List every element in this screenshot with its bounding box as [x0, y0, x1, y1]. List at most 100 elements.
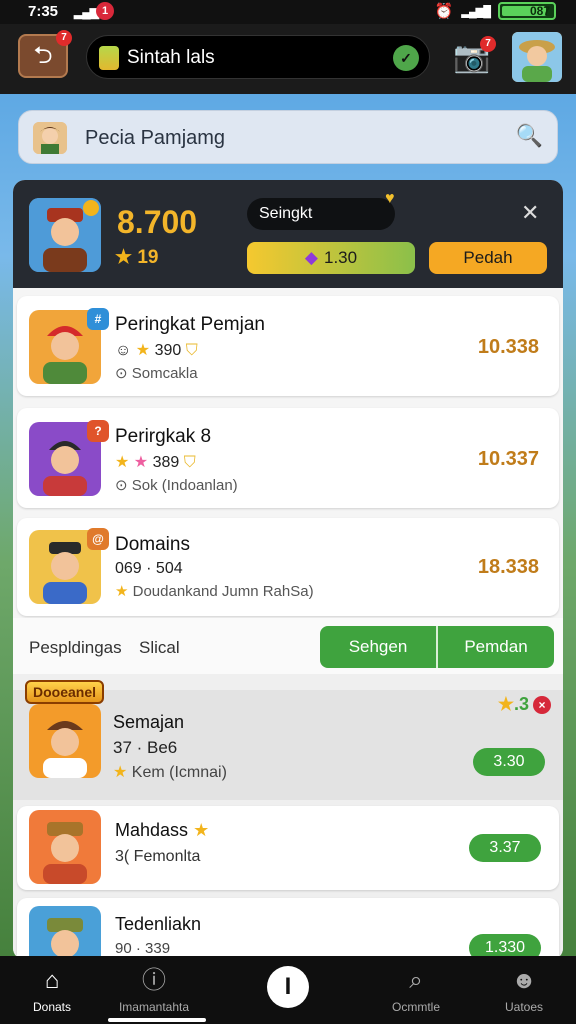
center-action-button[interactable]: I — [267, 966, 309, 1008]
nav-active-indicator — [108, 1018, 206, 1022]
camera-badge: 7 — [480, 36, 496, 52]
list-item-name: Semajan — [113, 712, 185, 732]
star-icon: ★ — [193, 820, 210, 840]
star-icon: ★ — [497, 694, 514, 714]
star-icon: ★ — [113, 764, 128, 781]
star-icon: ★ — [115, 583, 129, 600]
app-title: Sintah lals — [127, 47, 215, 68]
battery-text: 087 — [529, 4, 550, 18]
player-summary: 8.700 ★ 19 Seingkt ♥ ✕ ◆ 1.30 Pedah — [13, 180, 563, 288]
info-icon: ⓘ — [142, 967, 166, 994]
player-value: 10.338 — [477, 336, 539, 358]
player-card-2[interactable]: ? Perirgkak 8 ★ ★ 389 ⛉ ⊙ Sok (Indoanlan… — [17, 408, 559, 508]
player-value: 18.338 — [477, 556, 539, 578]
list-avatar — [29, 906, 101, 960]
card-badge-icon: # — [87, 308, 109, 330]
app-icon — [99, 46, 119, 70]
player-stat-value: 390 — [154, 342, 182, 359]
nav-item-info[interactable]: ⓘ Imamantahta — [104, 956, 204, 1024]
list-item-name-text: Mahdass — [115, 820, 189, 840]
star-icon: ★ — [115, 454, 130, 471]
filter-label-2[interactable]: Slical — [139, 638, 180, 658]
player-name: Domains — [115, 534, 190, 555]
camera-button[interactable]: 📷 7 — [452, 36, 496, 78]
player-card-3[interactable]: @ Domains 069 · 504 ★ Doudankand Jumn Ra… — [17, 518, 559, 616]
search-input[interactable]: Pecia Pamjamg — [85, 127, 225, 150]
list-avatar — [29, 704, 101, 778]
list-item-2[interactable]: Mahdass ★ 3( Femonlta 3.37 — [17, 806, 559, 890]
notification-badge: 1 — [96, 2, 114, 20]
nav-label: Imamantahta — [118, 1000, 190, 1014]
app-bar: ⮌ 7 Sintah lals ✓ 📷 7 — [0, 24, 576, 94]
segmented-control: Sehgen Pemdan — [320, 626, 554, 668]
top-star-count: ★.3 — [498, 694, 529, 715]
gem-icon: ◆ — [304, 248, 318, 267]
list-item-line1: 3( Femonlta — [115, 848, 201, 865]
card-badge-icon: ? — [87, 420, 109, 442]
search-icon: ⌕ — [409, 967, 423, 994]
nav-item-home[interactable]: ⌂ Donats — [2, 956, 102, 1024]
title-bar[interactable]: Sintah lals ✓ — [86, 35, 430, 79]
seg-left-button[interactable]: Sehgen — [320, 626, 438, 668]
close-icon[interactable]: ✕ — [521, 200, 539, 226]
top-star-count-value: .3 — [513, 694, 529, 714]
home-icon: ⌂ — [44, 967, 60, 994]
player-sub-text: Somcakla — [131, 365, 198, 382]
search-avatar — [33, 122, 67, 154]
player-stat: 069 · 504 — [115, 560, 183, 577]
list-item-button[interactable]: 3.30 — [473, 748, 545, 776]
close-icon[interactable]: × — [533, 696, 551, 714]
nav-item-search[interactable]: ⌕ Ocmmtle — [366, 956, 466, 1024]
signal-bars-icon: ▂▄▆ — [74, 5, 99, 19]
nav-label: Donats — [32, 1000, 72, 1014]
back-button[interactable]: ⮌ 7 — [18, 30, 72, 78]
hero-avatar — [29, 198, 101, 272]
back-badge: 7 — [56, 30, 72, 46]
player-sub-text: Sok (Indoanlan) — [131, 477, 238, 494]
player-stat-value: 389 — [152, 454, 180, 471]
player-stat: ☺ ★ 390 ⛉ — [115, 340, 198, 360]
star-icon: ★ — [135, 342, 151, 359]
seg-right-button[interactable]: Pemdan — [438, 626, 554, 668]
profile-avatar-icon — [512, 32, 562, 82]
battery-icon: 087 — [498, 2, 556, 20]
card-badge-icon: @ — [87, 528, 109, 550]
list-item-name: Mahdass ★ — [115, 820, 209, 841]
bottom-nav: ⌂ Donats ⓘ Imamantahta I ⌕ Ocmmtle ☻ Uat… — [0, 956, 576, 1024]
star-icon: ★ — [115, 247, 133, 268]
user-icon: ☻ — [511, 967, 537, 994]
coin-value: 1.30 — [323, 248, 358, 267]
list-item-line1: 90 · 339 — [115, 940, 171, 957]
hero-score: 8.700 — [117, 204, 198, 240]
pink-star-icon: ★ — [133, 454, 149, 471]
search-bar[interactable]: Pecia Pamjamg 🔍 — [18, 110, 558, 164]
center-action-icon: I — [284, 973, 292, 1000]
location-icon: ⊙ — [115, 365, 128, 382]
highlighted-row[interactable]: Semajan 37 · Be6 ★ Kem (Icmnai) 3.30 ★.3… — [13, 690, 563, 800]
alarm-icon: ⏰ — [434, 3, 454, 20]
rank-tag[interactable]: Seingkt — [247, 198, 395, 230]
list-item-name: Tedenliakn — [115, 914, 202, 934]
profile-avatar[interactable] — [512, 32, 562, 82]
nav-label: Ocmmtle — [392, 1000, 440, 1014]
status-bar: 7:35 ▂▄▆ 1 ⏰ ▂▄▆█ 087 — [0, 0, 576, 24]
player-sub: ★ Doudankand Jumn RahSa) — [115, 582, 314, 600]
nav-item-user[interactable]: ☻ Uatoes — [474, 956, 574, 1024]
player-sub: ⊙ Sok (Indoanlan) — [115, 476, 238, 494]
coin-button[interactable]: ◆ 1.30 — [247, 242, 415, 274]
leaderboard-panel: 8.700 ★ 19 Seingkt ♥ ✕ ◆ 1.30 Pedah # Per… — [13, 180, 563, 960]
player-sub-text: Doudankand Jumn RahSa) — [132, 583, 314, 600]
medal-icon: ☺ — [115, 342, 132, 359]
clock: 7:35 — [28, 3, 59, 20]
search-icon[interactable]: 🔍 — [516, 123, 543, 149]
filter-label-1[interactable]: Pespldingas — [29, 638, 122, 658]
list-item-3[interactable]: Tedenliakn 90 · 339 1.330 — [17, 898, 559, 960]
list-item-button[interactable]: 3.37 — [469, 834, 541, 862]
banner-badge: Dooeanel — [25, 680, 105, 704]
location-icon: ⊙ — [115, 477, 128, 494]
player-stat: ★ ★ 389 ⛉ — [115, 452, 196, 472]
pedah-button[interactable]: Pedah — [429, 242, 547, 274]
player-card-1[interactable]: # Peringkat Pemjan ☺ ★ 390 ⛉ ⊙ Somcakla … — [17, 296, 559, 396]
check-icon[interactable]: ✓ — [393, 45, 419, 71]
back-arrow-icon: ⮌ — [33, 42, 53, 69]
